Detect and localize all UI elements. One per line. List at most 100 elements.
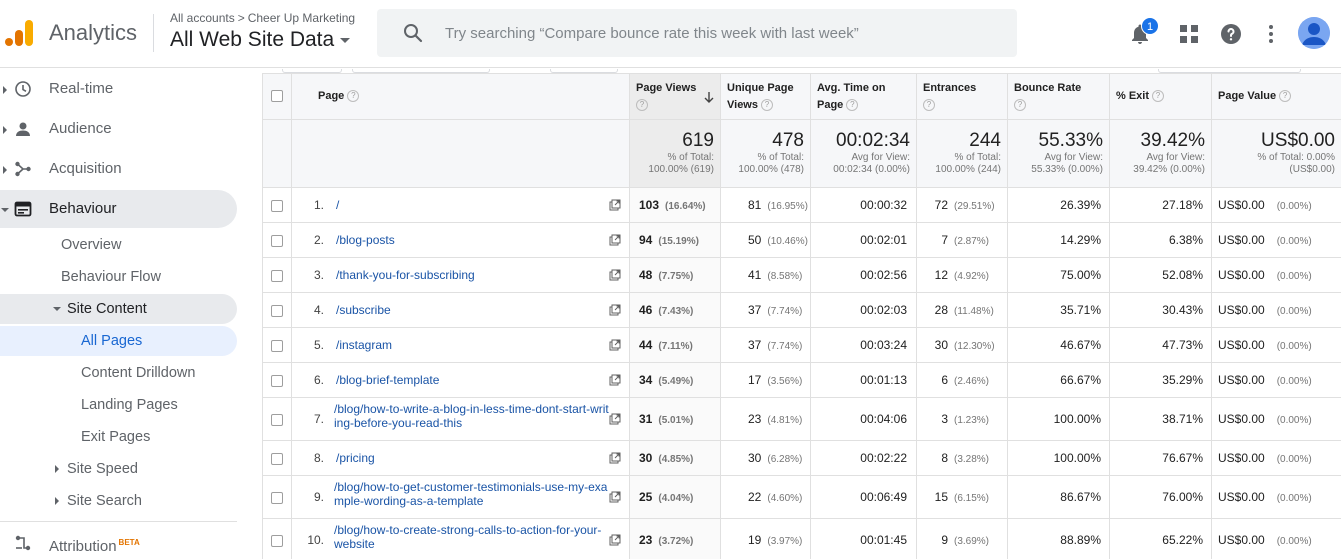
unique-pageviews-percent: (4.60%) bbox=[767, 493, 803, 504]
sidebar-item-landing-pages[interactable]: Landing Pages bbox=[0, 390, 237, 420]
page-link[interactable]: /blog-posts bbox=[336, 233, 395, 247]
view-selector[interactable]: All Web Site Data bbox=[170, 28, 351, 52]
table-row[interactable]: 2. /blog-posts 94 (15.19%) 50 (10.46%) 00:0… bbox=[262, 222, 1341, 258]
open-external-icon[interactable] bbox=[609, 452, 621, 464]
sidebar-item-acquisition[interactable]: Acquisition bbox=[0, 150, 237, 188]
row-checkbox[interactable] bbox=[271, 374, 283, 387]
open-external-icon[interactable] bbox=[609, 269, 621, 281]
table-row[interactable]: 4. /subscribe 46 (7.43%) 37 (7.74%) 00:02:0… bbox=[262, 292, 1341, 328]
page-link[interactable]: /pricing bbox=[336, 451, 375, 465]
column-header-page-value[interactable]: Page Value? bbox=[1211, 73, 1341, 120]
open-external-icon[interactable] bbox=[609, 339, 621, 351]
page-value-cell: US$0.00 (0.00%) bbox=[1211, 257, 1341, 293]
row-checkbox[interactable] bbox=[271, 491, 283, 504]
breadcrumb-account[interactable]: All accounts bbox=[170, 11, 235, 25]
row-checkbox[interactable] bbox=[271, 199, 283, 212]
apps-grid-icon[interactable] bbox=[1177, 22, 1201, 46]
row-checkbox[interactable] bbox=[271, 304, 283, 317]
search-input[interactable] bbox=[445, 9, 1005, 57]
breadcrumb[interactable]: All accounts > Cheer Up Marketing bbox=[170, 11, 355, 25]
sidebar-item-behaviour-flow[interactable]: Behaviour Flow bbox=[0, 262, 237, 292]
chevron-down-icon[interactable] bbox=[340, 37, 351, 43]
page-link[interactable]: /blog/how-to-create-strong-calls-to-acti… bbox=[334, 523, 609, 551]
table-row[interactable]: 3. /thank-you-for-subscribing 48 (7.75%) 4… bbox=[262, 257, 1341, 293]
page-link[interactable]: /blog-brief-template bbox=[336, 373, 439, 387]
help-icon[interactable]: ? bbox=[1152, 90, 1165, 103]
column-header-unique-pageviews[interactable]: Unique Page Views? bbox=[720, 73, 811, 120]
page-value: US$0.00 bbox=[1218, 490, 1265, 504]
table-row[interactable]: 6. /blog-brief-template 34 (5.49%) 17 (3.56… bbox=[262, 362, 1341, 398]
table-row[interactable]: 5. /instagram 44 (7.11%) 37 (7.74%) 00:03:2… bbox=[262, 327, 1341, 363]
expand-arrow-icon[interactable] bbox=[55, 465, 59, 473]
help-icon[interactable]: ? bbox=[846, 98, 859, 111]
sidebar-item-realtime[interactable]: Real-time bbox=[0, 70, 237, 108]
help-icon[interactable]: ? bbox=[761, 98, 773, 111]
row-checkbox[interactable] bbox=[271, 234, 283, 247]
pageviews-percent: (4.85%) bbox=[658, 454, 694, 465]
open-external-icon[interactable] bbox=[609, 534, 621, 546]
row-select-cell bbox=[262, 518, 292, 559]
column-header-exit[interactable]: % Exit? bbox=[1109, 73, 1212, 120]
collapse-arrow-icon[interactable] bbox=[53, 307, 61, 311]
open-external-icon[interactable] bbox=[609, 234, 621, 246]
sidebar-item-all-pages[interactable]: All Pages bbox=[0, 326, 237, 356]
analytics-logo-icon[interactable] bbox=[3, 17, 35, 49]
breadcrumb-property[interactable]: Cheer Up Marketing bbox=[248, 11, 355, 25]
sidebar-item-site-content[interactable]: Site Content bbox=[0, 294, 237, 324]
help-icon[interactable]: ? bbox=[347, 90, 360, 103]
sidebar-item-overview[interactable]: Overview bbox=[0, 230, 237, 260]
help-icon[interactable]: ? bbox=[636, 98, 648, 111]
table-row[interactable]: 9. /blog/how-to-get-customer-testimonials… bbox=[262, 475, 1341, 519]
open-external-icon[interactable] bbox=[609, 491, 621, 503]
expand-arrow-icon[interactable] bbox=[55, 497, 59, 505]
row-checkbox[interactable] bbox=[271, 413, 283, 426]
column-header-pageviews[interactable]: Page Views? bbox=[629, 73, 721, 120]
help-icon[interactable]: ? bbox=[1279, 90, 1292, 103]
open-external-icon[interactable] bbox=[609, 199, 621, 211]
row-checkbox[interactable] bbox=[271, 269, 283, 282]
sidebar-item-site-speed[interactable]: Site Speed bbox=[0, 454, 237, 484]
sidebar-item-content-drilldown[interactable]: Content Drilldown bbox=[0, 358, 237, 388]
table-row[interactable]: 8./pricing 30 (4.85%) 30 (6.28%) 00:02:22 … bbox=[262, 440, 1341, 476]
help-icon[interactable]: ? bbox=[923, 99, 935, 112]
open-external-icon[interactable] bbox=[609, 413, 621, 425]
page-link[interactable]: /blog/how-to-write-a-blog-in-less-time-d… bbox=[334, 402, 609, 430]
search-bar[interactable] bbox=[377, 9, 1017, 57]
select-all-checkbox[interactable] bbox=[271, 90, 283, 103]
open-external-icon[interactable] bbox=[609, 374, 621, 386]
row-checkbox[interactable] bbox=[271, 339, 283, 352]
expand-arrow-icon[interactable] bbox=[3, 86, 7, 94]
column-header-entrances[interactable]: Entrances? bbox=[916, 73, 1008, 120]
help-icon[interactable] bbox=[1219, 22, 1243, 46]
expand-arrow-icon[interactable] bbox=[3, 166, 7, 174]
help-icon[interactable]: ? bbox=[1014, 99, 1026, 112]
table-row[interactable]: 7. /blog/how-to-write-a-blog-in-less-time… bbox=[262, 397, 1341, 441]
page-link[interactable]: /subscribe bbox=[336, 303, 391, 317]
sidebar-item-behaviour[interactable]: Behaviour bbox=[0, 190, 237, 228]
column-header-avg-time[interactable]: Avg. Time on Page? bbox=[810, 73, 917, 120]
sidebar-item-exit-pages[interactable]: Exit Pages bbox=[0, 422, 237, 452]
row-checkbox[interactable] bbox=[271, 452, 283, 465]
more-vert-icon[interactable] bbox=[1259, 22, 1283, 46]
view-name[interactable]: All Web Site Data bbox=[170, 28, 334, 51]
expand-arrow-icon[interactable] bbox=[3, 126, 7, 134]
sidebar-item-audience[interactable]: Audience bbox=[0, 110, 237, 148]
page-link[interactable]: /blog/how-to-get-customer-testimonials-u… bbox=[334, 480, 609, 508]
table-row[interactable]: 10. /blog/how-to-create-strong-calls-to-a… bbox=[262, 518, 1341, 559]
column-header-page[interactable]: Page? bbox=[291, 73, 630, 120]
search-icon[interactable] bbox=[401, 21, 425, 45]
avatar[interactable] bbox=[1298, 17, 1330, 49]
open-external-icon[interactable] bbox=[609, 304, 621, 316]
row-checkbox[interactable] bbox=[271, 534, 283, 547]
page-link[interactable]: / bbox=[336, 198, 339, 212]
column-header-bounce-rate[interactable]: Bounce Rate? bbox=[1007, 73, 1110, 120]
product-name[interactable]: Analytics bbox=[49, 20, 137, 46]
sort-descending-icon[interactable] bbox=[704, 92, 714, 104]
notification-badge[interactable]: 1 bbox=[1141, 17, 1159, 35]
sidebar-item-site-search[interactable]: Site Search bbox=[0, 486, 237, 516]
page-link[interactable]: /instagram bbox=[336, 338, 392, 352]
table-row[interactable]: 1. / 103 (16.64%) 81 (16.95%) 00:00:32 72 (2… bbox=[262, 187, 1341, 223]
sidebar-item-attribution[interactable]: Attribution BETA bbox=[0, 524, 237, 559]
page-link[interactable]: /thank-you-for-subscribing bbox=[336, 268, 475, 282]
collapse-arrow-icon[interactable] bbox=[1, 208, 9, 212]
